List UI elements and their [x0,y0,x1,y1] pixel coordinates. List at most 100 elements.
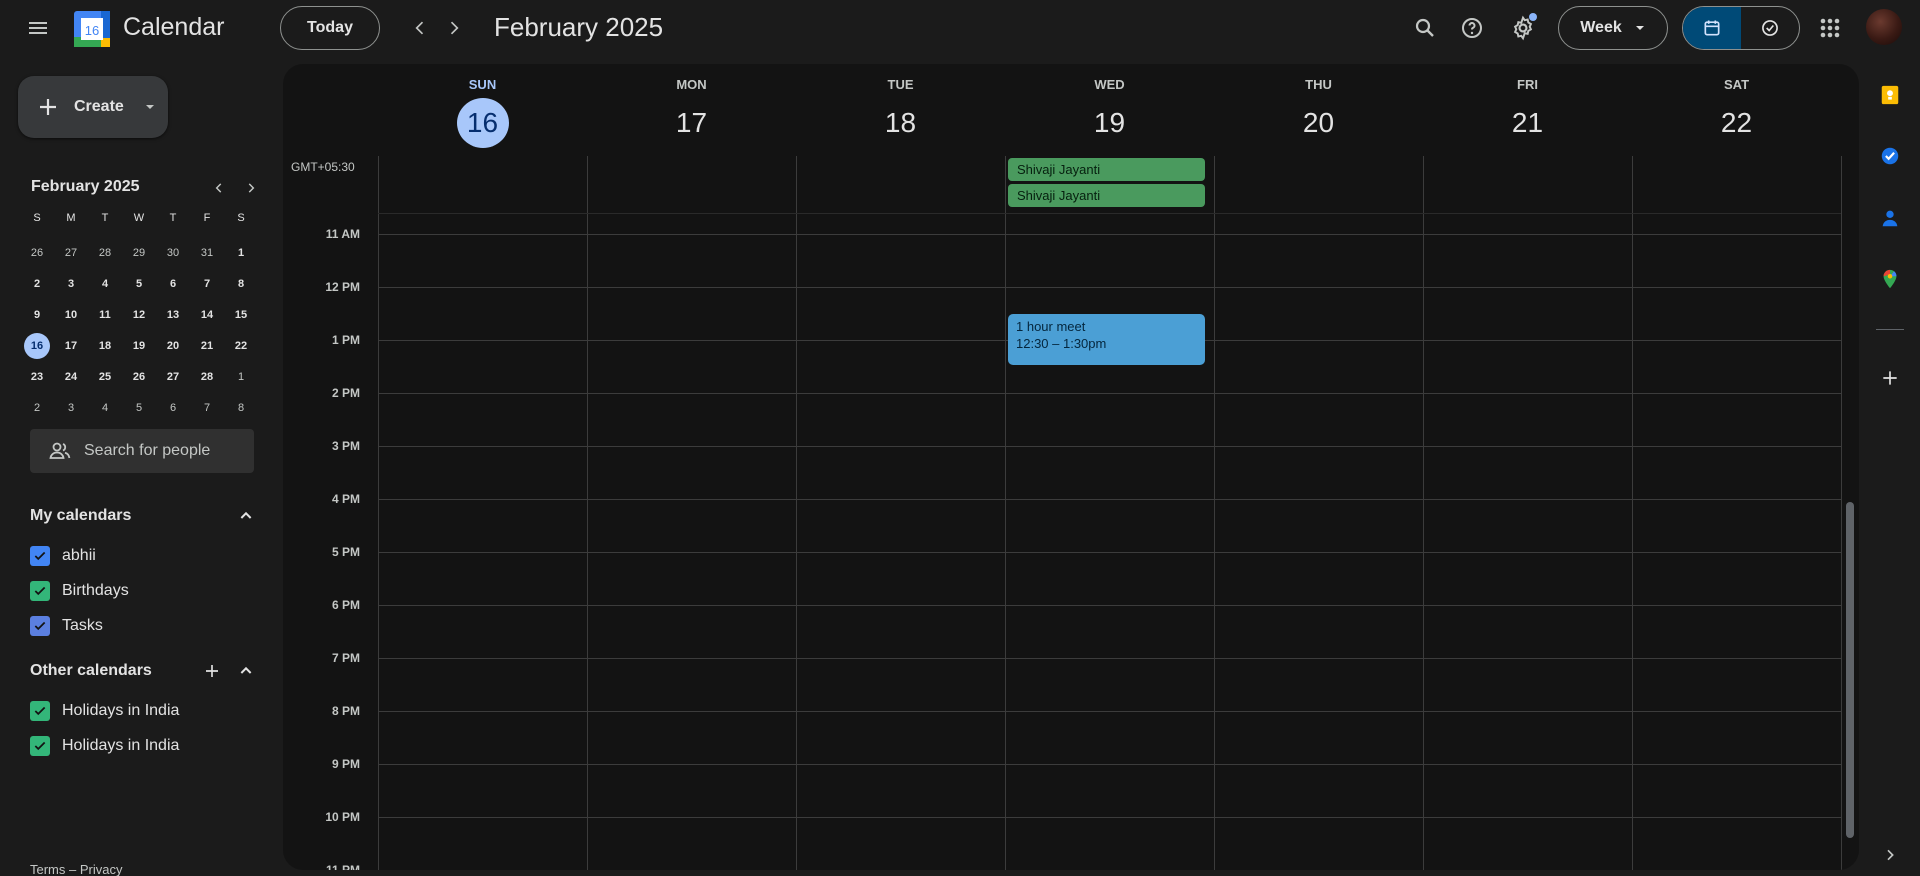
google-apps-grid-icon[interactable] [1810,8,1850,48]
mini-day-cell[interactable]: 13 [156,299,190,330]
chevron-up-icon[interactable] [234,504,258,528]
calendar-list-item[interactable]: Holidays in India [30,731,179,761]
date-number[interactable]: 17 [666,98,718,148]
calendar-list-item[interactable]: abhii [30,541,96,571]
next-week-icon[interactable] [434,8,474,48]
mini-prev-month-icon[interactable] [206,175,232,201]
checkbox-checked-icon[interactable] [30,581,50,601]
all-day-separator [378,213,1841,214]
checkbox-checked-icon[interactable] [30,736,50,756]
mini-day-cell[interactable]: 23 [20,361,54,392]
mini-day-cell[interactable]: 18 [88,330,122,361]
day-column-header[interactable]: THU 20 [1214,64,1423,156]
mini-day-cell[interactable]: 3 [54,392,88,423]
mini-day-cell[interactable]: 20 [156,330,190,361]
day-column-header[interactable]: TUE 18 [796,64,1005,156]
vertical-scrollbar[interactable] [1846,502,1854,838]
mini-day-cell[interactable]: 26 [20,237,54,268]
mini-day-cell[interactable]: 27 [54,237,88,268]
mini-day-cell[interactable]: 19 [122,330,156,361]
search-icon[interactable] [1405,8,1445,48]
mini-day-cell[interactable]: 26 [122,361,156,392]
day-column-header[interactable]: SUN 16 [378,64,587,156]
other-calendars-header[interactable]: Other calendars [30,655,258,687]
settings-gear-icon[interactable] [1503,8,1543,48]
mini-day-cell[interactable]: 10 [54,299,88,330]
mini-day-cell[interactable]: 25 [88,361,122,392]
contacts-icon[interactable] [1874,202,1906,234]
event-block[interactable]: 1 hour meet 12:30 – 1:30pm [1008,313,1205,365]
day-column-header[interactable]: MON 17 [587,64,796,156]
today-button[interactable]: Today [280,6,380,50]
keep-icon[interactable] [1874,79,1906,111]
calendar-list-item[interactable]: Tasks [30,611,103,641]
calendar-view-icon[interactable] [1683,7,1741,49]
checkbox-checked-icon[interactable] [30,546,50,566]
mini-day-cell[interactable]: 16 [20,330,54,361]
date-number[interactable]: 19 [1084,98,1136,148]
view-selector[interactable]: Week [1558,6,1668,50]
mini-day-cell[interactable]: 29 [122,237,156,268]
mini-day-cell[interactable]: 14 [190,299,224,330]
day-column-header[interactable]: FRI 21 [1423,64,1632,156]
calendar-logo-icon[interactable]: 16 [74,11,110,47]
checkbox-checked-icon[interactable] [30,616,50,636]
mini-day-cell[interactable]: 31 [190,237,224,268]
mini-day-cell[interactable]: 3 [54,268,88,299]
my-calendars-header[interactable]: My calendars [30,500,258,532]
mini-day-cell[interactable]: 4 [88,268,122,299]
mini-day-cell[interactable]: 1 [224,237,258,268]
create-button[interactable]: Create [18,76,168,138]
mini-day-cell[interactable]: 17 [54,330,88,361]
mini-day-cell[interactable]: 22 [224,330,258,361]
all-day-event-chip[interactable]: Shivaji Jayanti [1008,184,1205,207]
search-people-input[interactable]: Search for people [30,429,254,473]
day-column-header[interactable]: SAT 22 [1632,64,1841,156]
main-menu-icon[interactable] [18,8,58,48]
mini-day-cell[interactable]: 28 [88,237,122,268]
calendar-list-item[interactable]: Birthdays [30,576,129,606]
mini-day-cell[interactable]: 27 [156,361,190,392]
account-avatar[interactable] [1866,9,1902,45]
date-number[interactable]: 21 [1502,98,1554,148]
checkbox-checked-icon[interactable] [30,701,50,721]
mini-day-cell[interactable]: 24 [54,361,88,392]
terms-privacy-links[interactable]: Terms – Privacy [30,862,122,876]
mini-day-cell[interactable]: 8 [224,392,258,423]
date-number[interactable]: 16 [456,98,509,148]
mini-day-cell[interactable]: 11 [88,299,122,330]
mini-day-cell[interactable]: 8 [224,268,258,299]
mini-day-cell[interactable]: 5 [122,268,156,299]
add-addon-icon[interactable] [1874,362,1906,394]
date-number[interactable]: 18 [875,98,927,148]
mini-day-cell[interactable]: 5 [122,392,156,423]
tasks-icon[interactable] [1874,140,1906,172]
day-column-header[interactable]: WED 19 [1005,64,1214,156]
mini-day-cell[interactable]: 2 [20,392,54,423]
mini-day-cell[interactable]: 15 [224,299,258,330]
mini-day-cell[interactable]: 6 [156,268,190,299]
mini-day-cell[interactable]: 30 [156,237,190,268]
help-icon[interactable] [1452,8,1492,48]
tasks-view-icon[interactable] [1741,7,1799,49]
calendar-list-item[interactable]: Holidays in India [30,696,179,726]
mini-day-cell[interactable]: 6 [156,392,190,423]
mini-day-cell[interactable]: 2 [20,268,54,299]
mini-day-cell[interactable]: 4 [88,392,122,423]
mini-day-cell[interactable]: 9 [20,299,54,330]
date-number[interactable]: 22 [1711,98,1763,148]
mini-day-cell[interactable]: 28 [190,361,224,392]
date-number[interactable]: 20 [1293,98,1345,148]
mini-day-cell[interactable]: 7 [190,268,224,299]
mini-next-month-icon[interactable] [238,175,264,201]
chevron-right-icon[interactable] [1874,839,1906,871]
time-grid[interactable]: 11 AM 12 PM 1 PM 2 PM 3 PM 4 PM 5 PM 6 PM 7 PM 8 … [283,156,1859,870]
add-other-calendar-icon[interactable] [200,659,224,683]
mini-day-cell[interactable]: 12 [122,299,156,330]
mini-day-cell[interactable]: 21 [190,330,224,361]
mini-day-cell[interactable]: 7 [190,392,224,423]
maps-icon[interactable] [1874,263,1906,295]
all-day-event-chip[interactable]: Shivaji Jayanti [1008,158,1205,181]
mini-day-cell[interactable]: 1 [224,361,258,392]
chevron-up-icon[interactable] [234,659,258,683]
